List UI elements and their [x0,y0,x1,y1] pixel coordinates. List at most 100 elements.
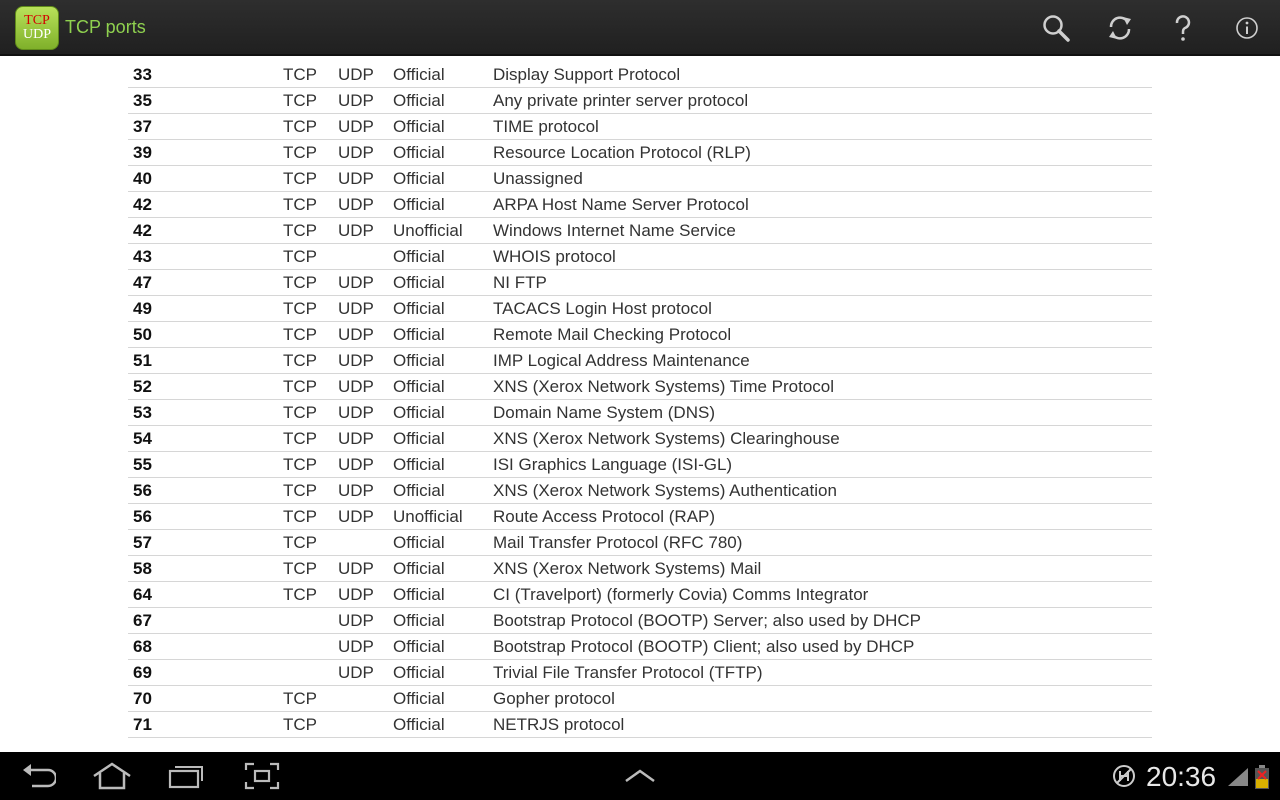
port-status: Official [393,637,445,656]
sync-icon [1113,765,1135,787]
udp-flag: UDP [338,403,374,422]
tcp-flag: TCP [283,91,317,110]
port-status: Official [393,663,445,682]
port-number: 58 [133,559,152,578]
port-number: 64 [133,585,152,604]
udp-flag: UDP [338,299,374,318]
udp-flag: UDP [338,65,374,84]
table-row[interactable]: 50 TCP UDP Official Remote Mail Checking Pro… [128,322,1152,348]
port-number: 51 [133,351,152,370]
table-row[interactable]: 49 TCP UDP Official TACACS Login Host protoc… [128,296,1152,322]
udp-flag: UDP [338,507,374,526]
port-status: Official [393,169,445,188]
port-description: Domain Name System (DNS) [493,403,715,422]
port-list-view[interactable]: 33 TCP UDP Official Display Support Protocol… [0,56,1280,752]
udp-flag: UDP [338,585,374,604]
menu-up-icon [625,769,655,783]
menu-up-button[interactable] [612,756,668,796]
port-description: XNS (Xerox Network Systems) Mail [493,559,762,578]
table-row[interactable]: 56 TCP UDP Unofficial Route Access Protocol … [128,504,1152,530]
home-button[interactable] [84,756,140,796]
table-row[interactable]: 54 TCP UDP Official XNS (Xerox Network Syste… [128,426,1152,452]
port-number: 50 [133,325,152,344]
info-button[interactable] [1227,8,1267,48]
clock: 20:36 [1146,761,1217,792]
port-status: Official [393,403,445,422]
tcp-flag: TCP [283,325,317,344]
port-status: Official [393,455,445,474]
action-bar: TCP UDP TCP ports [0,0,1280,56]
udp-flag: UDP [338,273,374,292]
table-row[interactable]: 43 TCP Official WHOIS protocol [128,244,1152,270]
table-row[interactable]: 37 TCP UDP Official TIME protocol [128,114,1152,140]
port-description: Any private printer server protocol [493,91,749,110]
udp-flag: UDP [338,117,374,136]
table-row[interactable]: 51 TCP UDP Official IMP Logical Address Main… [128,348,1152,374]
table-row[interactable]: 40 TCP UDP Official Unassigned [128,166,1152,192]
info-icon [1236,17,1258,39]
tcp-flag: TCP [283,455,317,474]
tcp-flag: TCP [283,117,317,136]
table-row[interactable]: 64 TCP UDP Official CI (Travelport) (formerl… [128,582,1152,608]
back-button[interactable] [10,756,66,796]
table-row[interactable]: 68 UDP Official Bootstrap Protocol (BOOTP) … [128,634,1152,660]
search-button[interactable] [1036,8,1076,48]
udp-flag: UDP [338,611,374,630]
tcp-flag: TCP [283,715,317,734]
tcp-flag: TCP [283,169,317,188]
udp-flag: UDP [338,663,374,682]
tcp-flag: TCP [283,143,317,162]
port-description: NETRJS protocol [493,715,625,734]
table-row[interactable]: 52 TCP UDP Official XNS (Xerox Network Syste… [128,374,1152,400]
app-logo[interactable]: TCP UDP [15,6,59,50]
udp-flag: UDP [338,351,374,370]
port-number: 57 [133,533,152,552]
port-status: Official [393,117,445,136]
port-table: 33 TCP UDP Official Display Support Protocol… [128,62,1152,738]
udp-flag: UDP [338,195,374,214]
table-row[interactable]: 58 TCP UDP Official XNS (Xerox Network Syste… [128,556,1152,582]
table-row[interactable]: 67 UDP Official Bootstrap Protocol (BOOTP) … [128,608,1152,634]
system-bar: 20:36 [0,752,1280,800]
port-description: Display Support Protocol [493,65,681,84]
help-button[interactable] [1163,8,1203,48]
port-description: Bootstrap Protocol (BOOTP) Client; also … [493,637,915,656]
port-number: 53 [133,403,152,422]
table-row[interactable]: 71 TCP Official NETRJS protocol [128,712,1152,738]
tcp-flag: TCP [283,689,317,708]
tcp-flag: TCP [283,273,317,292]
port-description: Resource Location Protocol (RLP) [493,143,751,162]
recent-apps-button[interactable] [159,756,215,796]
table-row[interactable]: 69 UDP Official Trivial File Transfer Proto… [128,660,1152,686]
tcp-flag: TCP [283,403,317,422]
port-status: Official [393,299,445,318]
refresh-button[interactable] [1100,8,1140,48]
port-number: 43 [133,247,152,266]
app-logo-line2: UDP [22,27,51,42]
home-icon [93,762,131,790]
udp-flag: UDP [338,91,374,110]
port-description: IMP Logical Address Maintenance [493,351,750,370]
table-row[interactable]: 53 TCP UDP Official Domain Name System (DNS) [128,400,1152,426]
port-status: Official [393,689,445,708]
table-row[interactable]: 55 TCP UDP Official ISI Graphics Language (I… [128,452,1152,478]
table-row[interactable]: 35 TCP UDP Official Any private printer serv… [128,88,1152,114]
screenshot-button[interactable] [234,756,290,796]
table-row[interactable]: 39 TCP UDP Official Resource Location Protoc… [128,140,1152,166]
udp-flag: UDP [338,377,374,396]
table-row[interactable]: 70 TCP Official Gopher protocol [128,686,1152,712]
port-number: 70 [133,689,152,708]
table-row[interactable]: 47 TCP UDP Official NI FTP [128,270,1152,296]
port-description: Trivial File Transfer Protocol (TFTP) [493,663,763,682]
table-row[interactable]: 42 TCP UDP Official ARPA Host Name Server Pr… [128,192,1152,218]
port-number: 39 [133,143,152,162]
port-number: 52 [133,377,152,396]
port-status: Official [393,533,445,552]
port-status: Official [393,559,445,578]
table-row[interactable]: 33 TCP UDP Official Display Support Protocol [128,62,1152,88]
table-row[interactable]: 42 TCP UDP Unofficial Windows Internet Name … [128,218,1152,244]
table-row[interactable]: 57 TCP Official Mail Transfer Protocol (RFC… [128,530,1152,556]
tcp-flag: TCP [283,559,317,578]
table-row[interactable]: 56 TCP UDP Official XNS (Xerox Network Syste… [128,478,1152,504]
port-status: Official [393,377,445,396]
